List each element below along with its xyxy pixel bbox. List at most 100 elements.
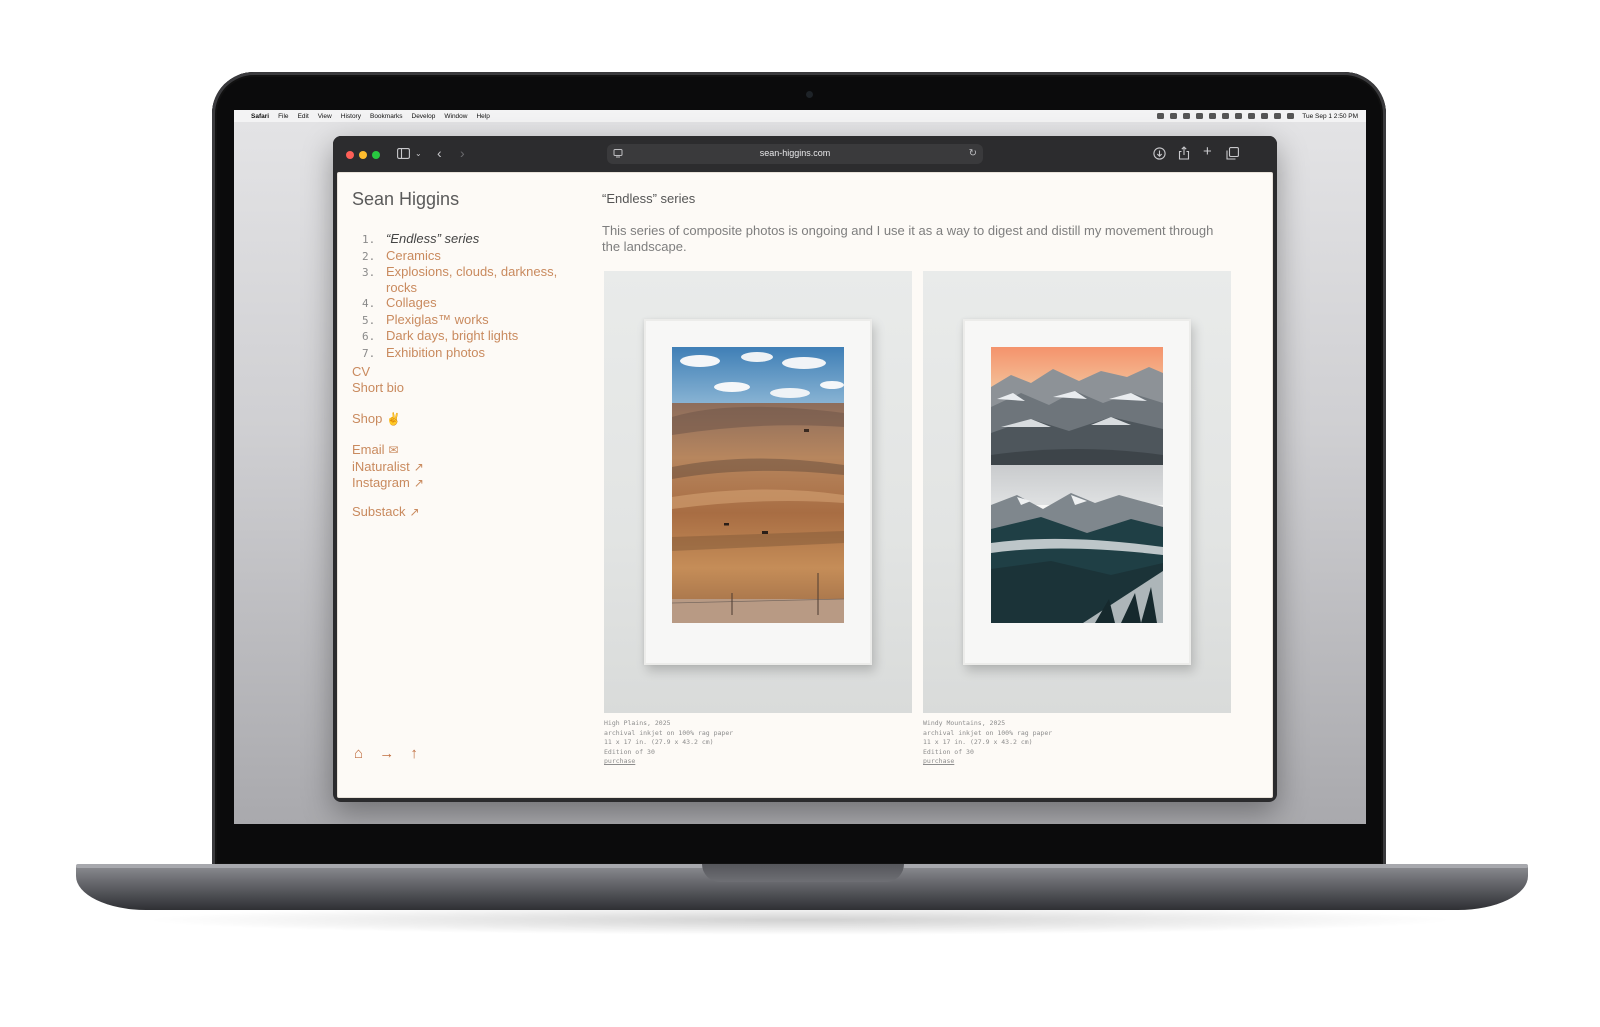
new-tab-icon[interactable]: + [1203, 144, 1212, 159]
wifi-icon[interactable] [1261, 113, 1269, 119]
inaturalist-link-label: iNaturalist [352, 458, 410, 474]
nav-item-explosions[interactable]: 3. Explosions, clouds, darkness, rocks [362, 264, 572, 295]
control-center-icon[interactable] [1287, 113, 1295, 119]
menu-view[interactable]: View [318, 113, 332, 120]
menu-help[interactable]: Help [476, 113, 489, 120]
artwork-edition: Edition of 30 [604, 747, 655, 756]
high-plains-print [672, 347, 844, 623]
email-link[interactable]: Email ✉ [352, 442, 424, 459]
address-bar[interactable]: sean-higgins.com ↻ [607, 144, 983, 164]
nav-item-ceramics[interactable]: 2. Ceramics [362, 248, 572, 265]
cv-link[interactable]: CV [352, 364, 404, 380]
nav-number: 5. [362, 313, 376, 327]
menu-app-name[interactable]: Safari [251, 113, 269, 120]
menu-history[interactable]: History [341, 113, 361, 120]
minimize-window-button[interactable] [359, 151, 367, 159]
status-icon[interactable] [1196, 113, 1204, 119]
nav-number: 7. [362, 346, 376, 360]
status-icon[interactable] [1170, 113, 1178, 119]
status-icon[interactable] [1209, 113, 1217, 119]
status-icon[interactable] [1157, 113, 1165, 119]
address-bar-url: sean-higgins.com [759, 148, 831, 158]
nav-label: Exhibition photos [386, 344, 486, 360]
nav-number: 3. [362, 266, 376, 279]
artwork-caption: High Plains, 2025 archival inkjet on 100… [604, 719, 912, 767]
artwork-card: Windy Mountains, 2025 archival inkjet on… [923, 271, 1231, 767]
nav-label: Dark days, bright lights [386, 328, 519, 343]
artwork-photo[interactable] [604, 271, 912, 713]
artwork-size: 11 x 17 in. (27.9 x 43.2 cm) [604, 738, 714, 746]
page-title: “Endless” series [602, 191, 696, 206]
external-link-icon: ↗ [413, 476, 424, 490]
series-intro: This series of composite photos is ongoi… [602, 223, 1214, 254]
web-page: Sean Higgins 1. “Endless” series 2. Cera… [337, 172, 1273, 798]
nav-item-exhibition-photos[interactable]: 7. Exhibition photos [362, 345, 572, 362]
windy-mountains-print [991, 347, 1163, 623]
menubar-clock[interactable]: Tue Sep 1 2:50 PM [1302, 113, 1358, 120]
nav-number: 1. [362, 233, 376, 246]
about-links: CV Short bio [352, 364, 404, 395]
back-to-top-icon[interactable]: ↑ [410, 745, 418, 762]
site-title[interactable]: Sean Higgins [352, 189, 459, 210]
shop-links: Shop ✌ [352, 411, 401, 428]
sidebar-toggle-icon[interactable] [397, 148, 410, 161]
safari-toolbar: ⌄ ‹ › sean-higgins.com ↻ + [333, 136, 1277, 172]
newsletter-links: Substack ↗ [352, 504, 420, 521]
short-bio-link[interactable]: Short bio [352, 380, 404, 396]
back-arrow-icon[interactable]: ‹ [437, 146, 442, 160]
artwork-title: Windy Mountains, 2025 [923, 719, 1006, 727]
substack-link[interactable]: Substack ↗ [352, 504, 420, 521]
nav-item-endless-series[interactable]: 1. “Endless” series [362, 231, 572, 248]
nav-item-plexiglas[interactable]: 5. Plexiglas™ works [362, 312, 572, 329]
shop-link-label: Shop [352, 411, 383, 426]
reload-icon[interactable]: ↻ [969, 148, 977, 160]
nav-item-dark-days[interactable]: 6. Dark days, bright lights [362, 328, 572, 345]
menu-develop[interactable]: Develop [412, 113, 436, 120]
artwork-card: High Plains, 2025 archival inkjet on 100… [604, 271, 912, 767]
zoom-window-button[interactable] [372, 151, 380, 159]
next-arrow-icon[interactable]: → [379, 745, 394, 762]
shop-link[interactable]: Shop ✌ [352, 411, 401, 428]
artwork-medium: archival inkjet on 100% rag paper [604, 728, 734, 737]
nav-label: Plexiglas™ works [386, 311, 489, 327]
status-icon[interactable] [1183, 113, 1191, 119]
menu-window[interactable]: Window [444, 113, 467, 120]
purchase-link[interactable]: purchase [604, 757, 912, 767]
nav-label: Ceramics [386, 247, 441, 263]
purchase-link[interactable]: purchase [923, 757, 1231, 767]
safari-window: ⌄ ‹ › sean-higgins.com ↻ + Sean Higgins … [333, 136, 1277, 802]
battery-icon[interactable] [1248, 113, 1256, 119]
nav-item-collages[interactable]: 4. Collages [362, 295, 572, 312]
chevron-down-icon[interactable]: ⌄ [415, 148, 422, 160]
menu-edit[interactable]: Edit [298, 113, 309, 120]
nav-label: “Endless” series [386, 231, 480, 246]
volume-icon[interactable] [1235, 113, 1243, 119]
spotlight-icon[interactable] [1274, 113, 1282, 119]
artwork-edition: Edition of 30 [923, 747, 974, 756]
close-window-button[interactable] [346, 151, 354, 159]
status-icon[interactable] [1222, 113, 1230, 119]
instagram-link-label: Instagram [352, 475, 410, 490]
contact-links: Email ✉ iNaturalist ↗ Instagram ↗ [352, 442, 424, 492]
home-icon[interactable]: ⌂ [354, 745, 363, 762]
nav-label: Explosions, clouds, darkness, rocks [386, 264, 558, 295]
webcam [806, 91, 813, 98]
picture-frame [963, 319, 1191, 665]
forward-arrow-icon[interactable]: › [460, 146, 465, 160]
tab-overview-icon[interactable] [1226, 147, 1239, 162]
substack-link-label: Substack [352, 504, 406, 519]
share-icon[interactable] [1178, 146, 1190, 162]
artwork-photo[interactable] [923, 271, 1231, 713]
instagram-link[interactable]: Instagram ↗ [352, 475, 424, 492]
artwork-medium: archival inkjet on 100% rag paper [923, 728, 1053, 737]
artwork-size: 11 x 17 in. (27.9 x 43.2 cm) [923, 738, 1033, 746]
downloads-icon[interactable] [1153, 147, 1166, 162]
menu-bookmarks[interactable]: Bookmarks [370, 113, 403, 120]
email-link-label: Email [352, 442, 385, 457]
external-link-icon: ↗ [413, 459, 424, 474]
menubar-status-area: Tue Sep 1 2:50 PM [1151, 113, 1358, 120]
nav-number: 6. [362, 330, 376, 343]
inaturalist-link[interactable]: iNaturalist ↗ [352, 459, 424, 476]
menu-file[interactable]: File [278, 113, 288, 120]
artwork-title: High Plains, 2025 [604, 719, 671, 727]
